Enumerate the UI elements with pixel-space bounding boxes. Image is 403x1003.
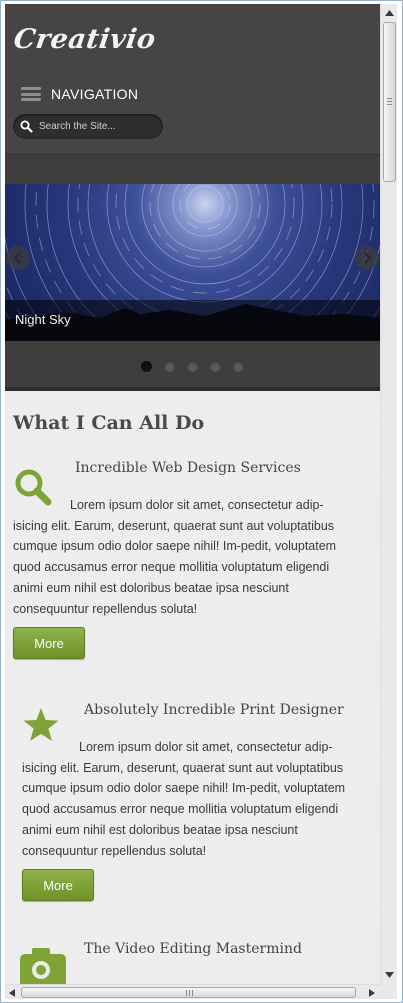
service-title: Absolutely Incredible Print Designer: [84, 702, 344, 718]
hamburger-icon: [21, 87, 41, 101]
slider-dot-4[interactable]: [210, 361, 221, 372]
site-logo[interactable]: Creativio: [12, 24, 158, 55]
search-box[interactable]: [13, 114, 163, 139]
search-input[interactable]: [39, 121, 157, 132]
search-icon: [20, 120, 33, 133]
vertical-scroll-thumb[interactable]: [383, 22, 396, 182]
slider-dot-2[interactable]: [164, 361, 175, 372]
slider-next-button[interactable]: [355, 246, 379, 270]
more-button[interactable]: More: [22, 869, 94, 901]
camera-icon: [20, 948, 66, 984]
slider-prev-button[interactable]: [6, 246, 30, 270]
section-title: What I Can All Do: [13, 412, 205, 434]
service-description: Lorem ipsum dolor sit amet, consectetur …: [13, 498, 337, 616]
scroll-up-arrow-icon[interactable]: [385, 8, 394, 17]
header-divider: [5, 154, 380, 184]
vertical-scrollbar[interactable]: [380, 4, 397, 984]
chevron-left-icon: [13, 252, 21, 264]
more-button[interactable]: More: [13, 627, 85, 659]
image-slider: Night Sky: [5, 184, 380, 341]
scrollbar-corner: [380, 984, 397, 999]
navigation-toggle[interactable]: NAVIGATION: [21, 84, 138, 104]
site-header: Creativio NAVIGATION: [5, 4, 380, 154]
horizontal-scrollbar[interactable]: [5, 984, 380, 999]
services-section: What I Can All Do Incredible Web Design …: [5, 391, 380, 984]
slider-dot-1[interactable]: [141, 361, 152, 372]
service-title: The Video Editing Mastermind: [84, 941, 302, 957]
horizontal-scroll-thumb[interactable]: [21, 987, 356, 998]
scroll-down-arrow-icon[interactable]: [385, 970, 394, 979]
slider-dot-5[interactable]: [233, 361, 244, 372]
chevron-right-icon: [364, 252, 372, 264]
slider-dot-3[interactable]: [187, 361, 198, 372]
slide-caption: Night Sky: [5, 300, 380, 341]
navigation-label: NAVIGATION: [51, 86, 139, 102]
slider-pagination: [141, 361, 244, 372]
scroll-right-arrow-icon[interactable]: [369, 989, 375, 997]
page-viewport: Creativio NAVIGATION Search the Site... …: [5, 4, 380, 984]
service-title: Incredible Web Design Services: [75, 460, 301, 476]
slider-pagination-bar: [5, 341, 380, 391]
service-description: Lorem ipsum dolor sit amet, consectetur …: [22, 740, 346, 858]
slide-caption-text: Night Sky: [15, 312, 71, 327]
scroll-left-arrow-icon[interactable]: [9, 989, 15, 997]
